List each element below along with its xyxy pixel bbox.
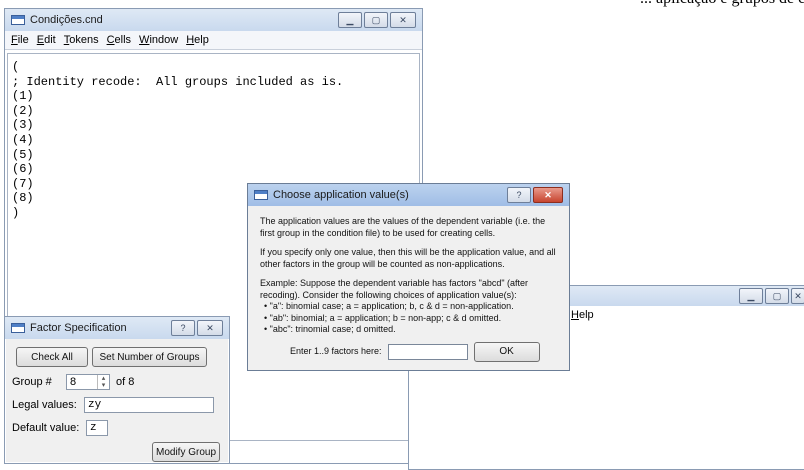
legal-values-input[interactable]: zy [84, 397, 214, 413]
group-number-value: 8 [70, 376, 77, 388]
code-line: ( [12, 60, 20, 74]
factor-spec-title: Factor Specification [30, 322, 127, 334]
menu-file[interactable]: File [11, 34, 29, 46]
main-menubar: File Edit Tokens Cells Window Help [5, 31, 422, 50]
help-icon: ? [180, 323, 186, 333]
second-minimize-button[interactable]: ▁ [739, 288, 763, 304]
check-all-label: Check All [31, 351, 73, 363]
factor-spec-close-button[interactable]: ✕ [197, 320, 223, 336]
dialog-help-button[interactable]: ? [507, 187, 531, 203]
help-icon: ? [516, 190, 522, 200]
legal-values-value: zy [88, 399, 102, 411]
factor-entry-input[interactable] [387, 343, 468, 360]
default-value-input[interactable]: z [86, 420, 108, 436]
code-line: (3) [12, 118, 34, 133]
second-menu-help[interactable]: Help [571, 309, 594, 321]
legal-values-label: Legal values: [12, 399, 77, 411]
background-banner: ... aplicação e grupos de condições ... [0, 0, 804, 8]
group-spinner[interactable]: ▴ ▾ [97, 375, 109, 389]
dialog-titlebar[interactable]: Choose application value(s) ? ✕ [248, 184, 569, 206]
ok-button-label: OK [499, 345, 514, 357]
second-close-button[interactable]: ✕ [791, 288, 804, 304]
code-line: (6) [12, 162, 34, 177]
dialog-bullet: • "ab": binomial; a = application; b = n… [264, 312, 502, 323]
dialog-bullet: • "a": binomial case; a = application; b… [264, 301, 514, 311]
factor-spec-titlebar[interactable]: Factor Specification ? ✕ [5, 317, 229, 339]
dialog-title: Choose application value(s) [273, 189, 409, 201]
modify-group-button[interactable]: Modify Group [152, 442, 220, 462]
code-line: ; Identity recode: All groups included a… [12, 74, 344, 89]
group-label: Group # [12, 376, 52, 388]
factor-spec-help-button[interactable]: ? [171, 320, 195, 336]
set-number-of-groups-button[interactable]: Set Number of Groups [92, 347, 207, 367]
app-window-icon [11, 15, 25, 25]
factor-spec-window-icon [11, 323, 25, 333]
menu-help[interactable]: Help [186, 34, 209, 46]
choose-application-dialog: Choose application value(s) ? ✕ The appl… [247, 183, 570, 371]
default-value-value: z [90, 422, 97, 434]
main-window-titlebar[interactable]: Condições.cnd ▁ ▢ ✕ [5, 9, 422, 31]
menu-cells[interactable]: Cells [107, 34, 131, 46]
dialog-close-button[interactable]: ✕ [533, 187, 563, 203]
default-value-label: Default value: [12, 422, 80, 434]
ok-button[interactable]: OK [473, 341, 540, 362]
dialog-window-icon [254, 190, 268, 200]
close-icon: ✕ [544, 189, 552, 200]
factor-specification-window: Factor Specification ? ✕ Check All Set N… [4, 316, 230, 464]
second-maximize-button[interactable]: ▢ [765, 288, 789, 304]
code-line: (4) [12, 132, 34, 147]
set-groups-label: Set Number of Groups [99, 351, 200, 363]
dialog-para-2: If you specify only one value, then this… [260, 247, 556, 269]
dialog-example-intro: Example: Suppose the dependent variable … [260, 278, 529, 300]
factor-entry-label: Enter 1..9 factors here: [290, 345, 382, 356]
menu-window[interactable]: Window [139, 34, 178, 46]
dialog-bullet: • "abc": trinomial case; d omitted. [264, 324, 396, 334]
modify-group-label: Modify Group [155, 446, 217, 458]
main-window-title: Condições.cnd [30, 14, 103, 26]
maximize-button[interactable]: ▢ [364, 12, 388, 28]
menu-tokens[interactable]: Tokens [64, 34, 99, 46]
code-line: (1) [12, 89, 34, 104]
check-all-button[interactable]: Check All [16, 347, 88, 367]
code-line: (5) [12, 147, 34, 162]
minimize-button[interactable]: ▁ [338, 12, 362, 28]
code-line: (2) [12, 103, 34, 118]
banner-text: ... aplicação e grupos de condições ... [640, 0, 804, 8]
group-of-label: of 8 [116, 376, 135, 388]
close-button[interactable]: ✕ [390, 12, 416, 28]
menu-edit[interactable]: Edit [37, 34, 56, 46]
dialog-para-1: The application values are the values of… [260, 216, 546, 238]
